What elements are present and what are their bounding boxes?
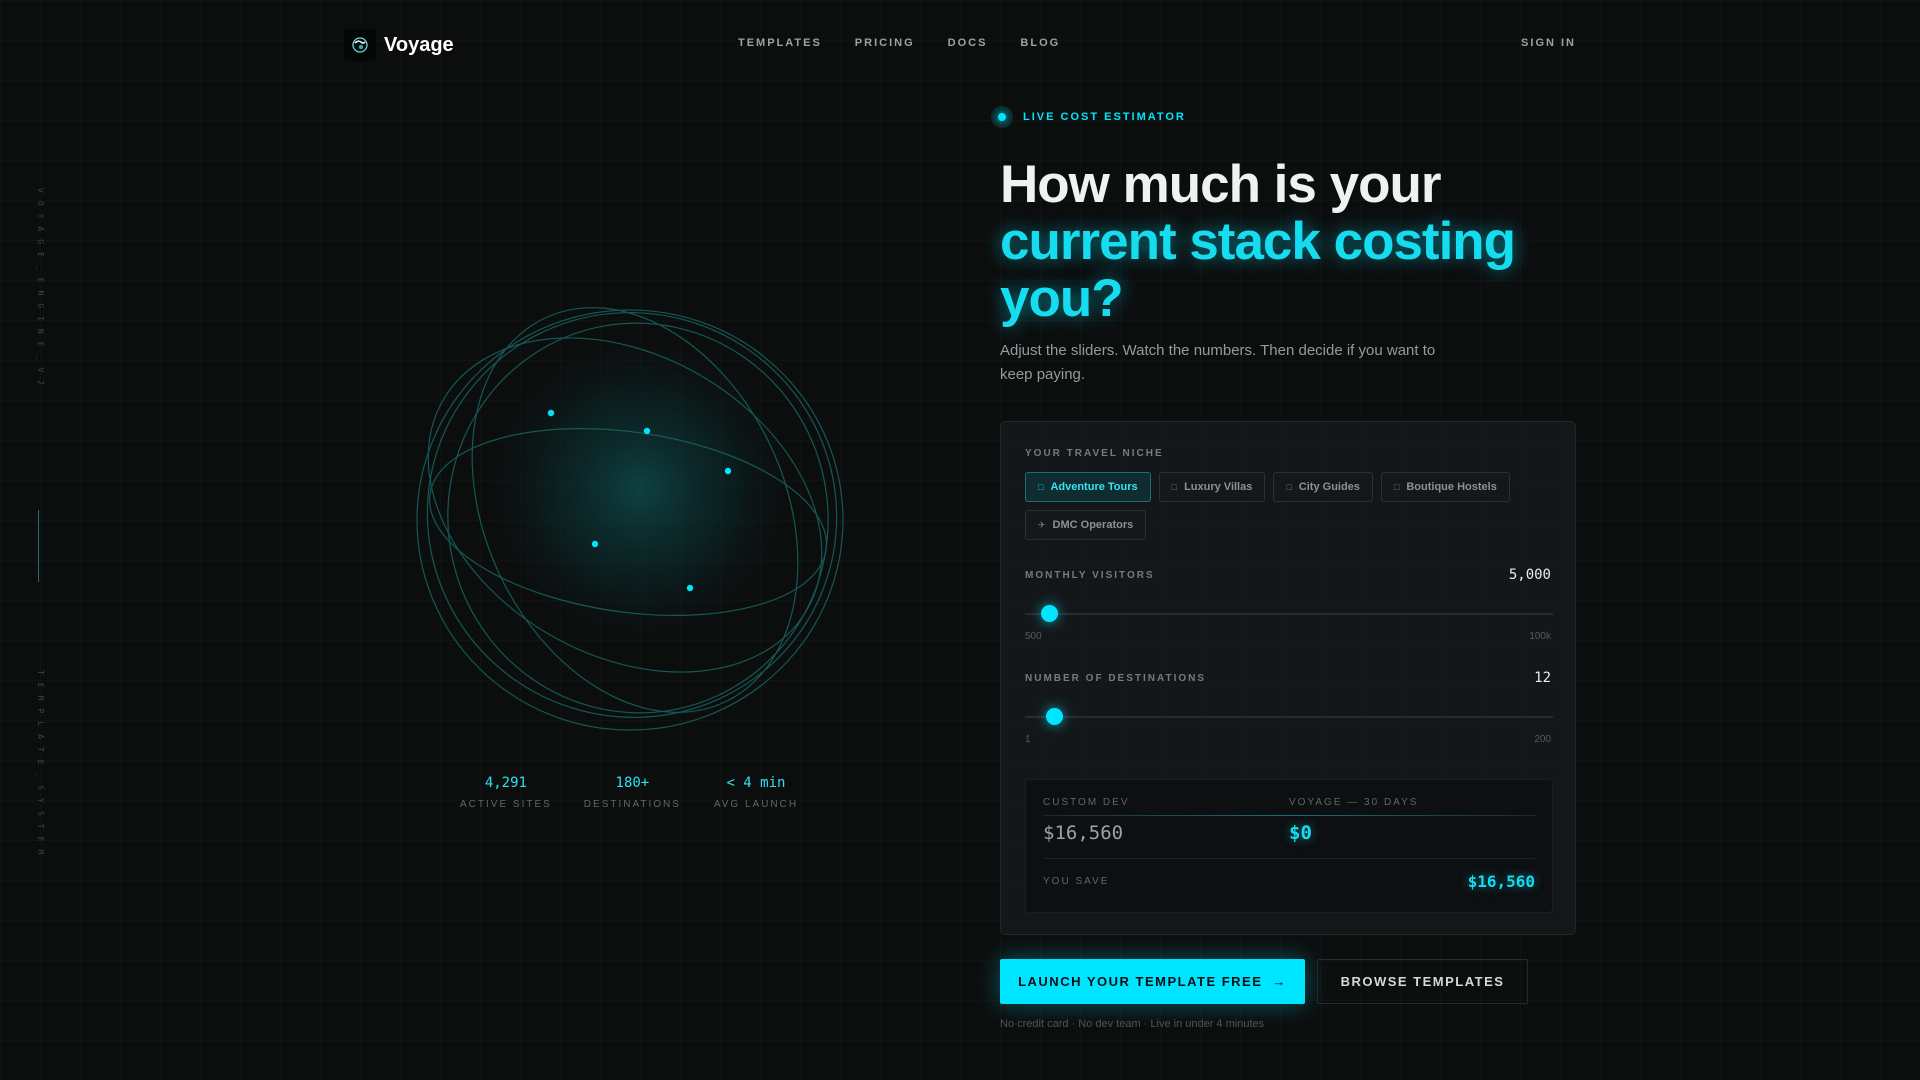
browse-templates-button[interactable]: BROWSE TEMPLATES	[1317, 959, 1528, 1004]
savings-row: YOU SAVE $16,560	[1043, 858, 1535, 891]
top-nav: Voyage TEMPLATES PRICING DOCS BLOG SIGN …	[0, 0, 1920, 88]
plane-icon: ✈	[1038, 519, 1046, 530]
visitors-value: 5,000	[1508, 567, 1551, 583]
destinations-value: 12	[1534, 670, 1551, 686]
hero-section: LIVE COST ESTIMATOR How much is your cur…	[991, 106, 1576, 1030]
savings-label: YOU SAVE	[1043, 876, 1110, 887]
live-badge: LIVE COST ESTIMATOR	[991, 106, 1576, 128]
result-divider	[1043, 815, 1537, 816]
city-icon: □	[1286, 482, 1292, 492]
side-divider-line	[38, 510, 39, 582]
voyage-cost: $0	[1289, 822, 1312, 844]
globe-logo-icon	[344, 29, 376, 61]
niche-chip-city-guides[interactable]: □ City Guides	[1273, 472, 1373, 502]
niche-chip-adventure-tours[interactable]: □ Adventure Tours	[1025, 472, 1151, 502]
hostel-icon: □	[1393, 482, 1400, 492]
visitors-slider-thumb[interactable]	[1040, 605, 1058, 622]
side-label-system: TEMPLATE_SYSTEM	[36, 670, 45, 863]
niche-chip-dmc-operators[interactable]: ✈ DMC Operators	[1025, 510, 1147, 540]
custom-dev-cost: $16,560	[1043, 822, 1124, 844]
nav-link-pricing[interactable]: PRICING	[855, 37, 915, 49]
arrow-right-icon: →	[1272, 974, 1287, 989]
mountain-icon: □	[1038, 482, 1044, 492]
voyage-label: VOYAGE — 30 DAYS	[1289, 797, 1419, 808]
visitors-slider-block: MONTHLY VISITORS 5,000 500 100k	[1025, 567, 1553, 642]
pulse-dot-icon	[991, 106, 1013, 128]
chip-label: Luxury Villas	[1184, 481, 1253, 493]
cost-estimator-card: YOUR TRAVEL NICHE □ Adventure Tours □ Lu…	[1000, 421, 1576, 935]
custom-dev-column: CUSTOM DEV $16,560	[1043, 797, 1289, 844]
niche-chip-boutique-hostels[interactable]: □ Boutique Hostels	[1380, 472, 1510, 502]
voyage-column: VOYAGE — 30 DAYS $0	[1289, 797, 1535, 844]
chip-label: Adventure Tours	[1050, 481, 1138, 493]
stat-value: 4,291	[484, 775, 527, 791]
stat-label: ACTIVE SITES	[460, 799, 552, 810]
title-line-2: current stack costing	[1000, 212, 1516, 271]
chip-label: DMC Operators	[1052, 519, 1134, 531]
niche-chip-luxury-villas[interactable]: □ Luxury Villas	[1158, 472, 1266, 502]
stat-avg-launch: < 4 min AVG LAUNCH	[713, 775, 799, 810]
niche-label: YOUR TRAVEL NICHE	[1025, 448, 1164, 459]
nav-link-templates[interactable]: TEMPLATES	[738, 37, 822, 49]
stat-value: 180+	[615, 775, 650, 791]
villa-icon: □	[1171, 482, 1178, 492]
globe-illustration	[400, 290, 860, 750]
stat-label: AVG LAUNCH	[713, 799, 799, 810]
launch-template-button[interactable]: LAUNCH YOUR TEMPLATE FREE →	[1000, 959, 1305, 1004]
title-line-3: you?	[1000, 269, 1124, 328]
sign-in-link[interactable]: SIGN IN	[1521, 37, 1576, 49]
destinations-max: 200	[1534, 734, 1551, 745]
brand-name: Voyage	[384, 33, 454, 56]
page-title: How much is your current stack costing y…	[1000, 156, 1576, 327]
nav-links: TEMPLATES PRICING DOCS BLOG	[738, 37, 1060, 49]
destinations-slider-track[interactable]	[1025, 708, 1553, 725]
title-line-1: How much is your	[1000, 155, 1441, 214]
custom-dev-label: CUSTOM DEV	[1043, 797, 1130, 808]
destinations-slider-thumb[interactable]	[1046, 708, 1064, 725]
destinations-label: NUMBER OF DESTINATIONS	[1025, 672, 1207, 684]
visitors-min: 500	[1025, 631, 1042, 642]
destinations-slider-block: NUMBER OF DESTINATIONS 12 1 200	[1025, 670, 1553, 745]
chip-label: Boutique Hostels	[1406, 481, 1497, 493]
nav-link-docs[interactable]: DOCS	[948, 37, 988, 49]
nav-link-blog[interactable]: BLOG	[1020, 37, 1060, 49]
stats-row: 4,291 ACTIVE SITES 180+ DESTINATIONS < 4…	[460, 775, 799, 810]
chip-label: City Guides	[1298, 481, 1360, 493]
visitors-slider-track[interactable]	[1025, 605, 1553, 622]
stat-active-sites: 4,291 ACTIVE SITES	[460, 775, 552, 810]
stat-label: DESTINATIONS	[583, 799, 681, 810]
savings-value: $16,560	[1467, 872, 1535, 891]
launch-button-label: LAUNCH YOUR TEMPLATE FREE	[1018, 974, 1263, 989]
visitors-label: MONTHLY VISITORS	[1025, 569, 1155, 581]
destinations-min: 1	[1025, 734, 1031, 745]
niche-chips: □ Adventure Tours □ Luxury Villas □ City…	[1025, 472, 1545, 540]
cost-comparison-panel: CUSTOM DEV $16,560 VOYAGE — 30 DAYS $0 Y…	[1025, 779, 1553, 913]
hero-subtitle: Adjust the sliders. Watch the numbers. T…	[1000, 342, 1436, 383]
cta-row: LAUNCH YOUR TEMPLATE FREE → BROWSE TEMPL…	[1000, 959, 1576, 1004]
visitors-max: 100k	[1529, 631, 1551, 642]
cta-fineprint: No credit card · No dev team · Live in u…	[1000, 1018, 1265, 1030]
stat-value: < 4 min	[726, 775, 786, 791]
brand-logo[interactable]: Voyage	[344, 29, 454, 61]
stat-destinations: 180+ DESTINATIONS	[584, 775, 681, 810]
side-label-engine: VOYAGE_ENGINE_V2	[36, 188, 45, 394]
badge-text: LIVE COST ESTIMATOR	[1023, 111, 1186, 123]
